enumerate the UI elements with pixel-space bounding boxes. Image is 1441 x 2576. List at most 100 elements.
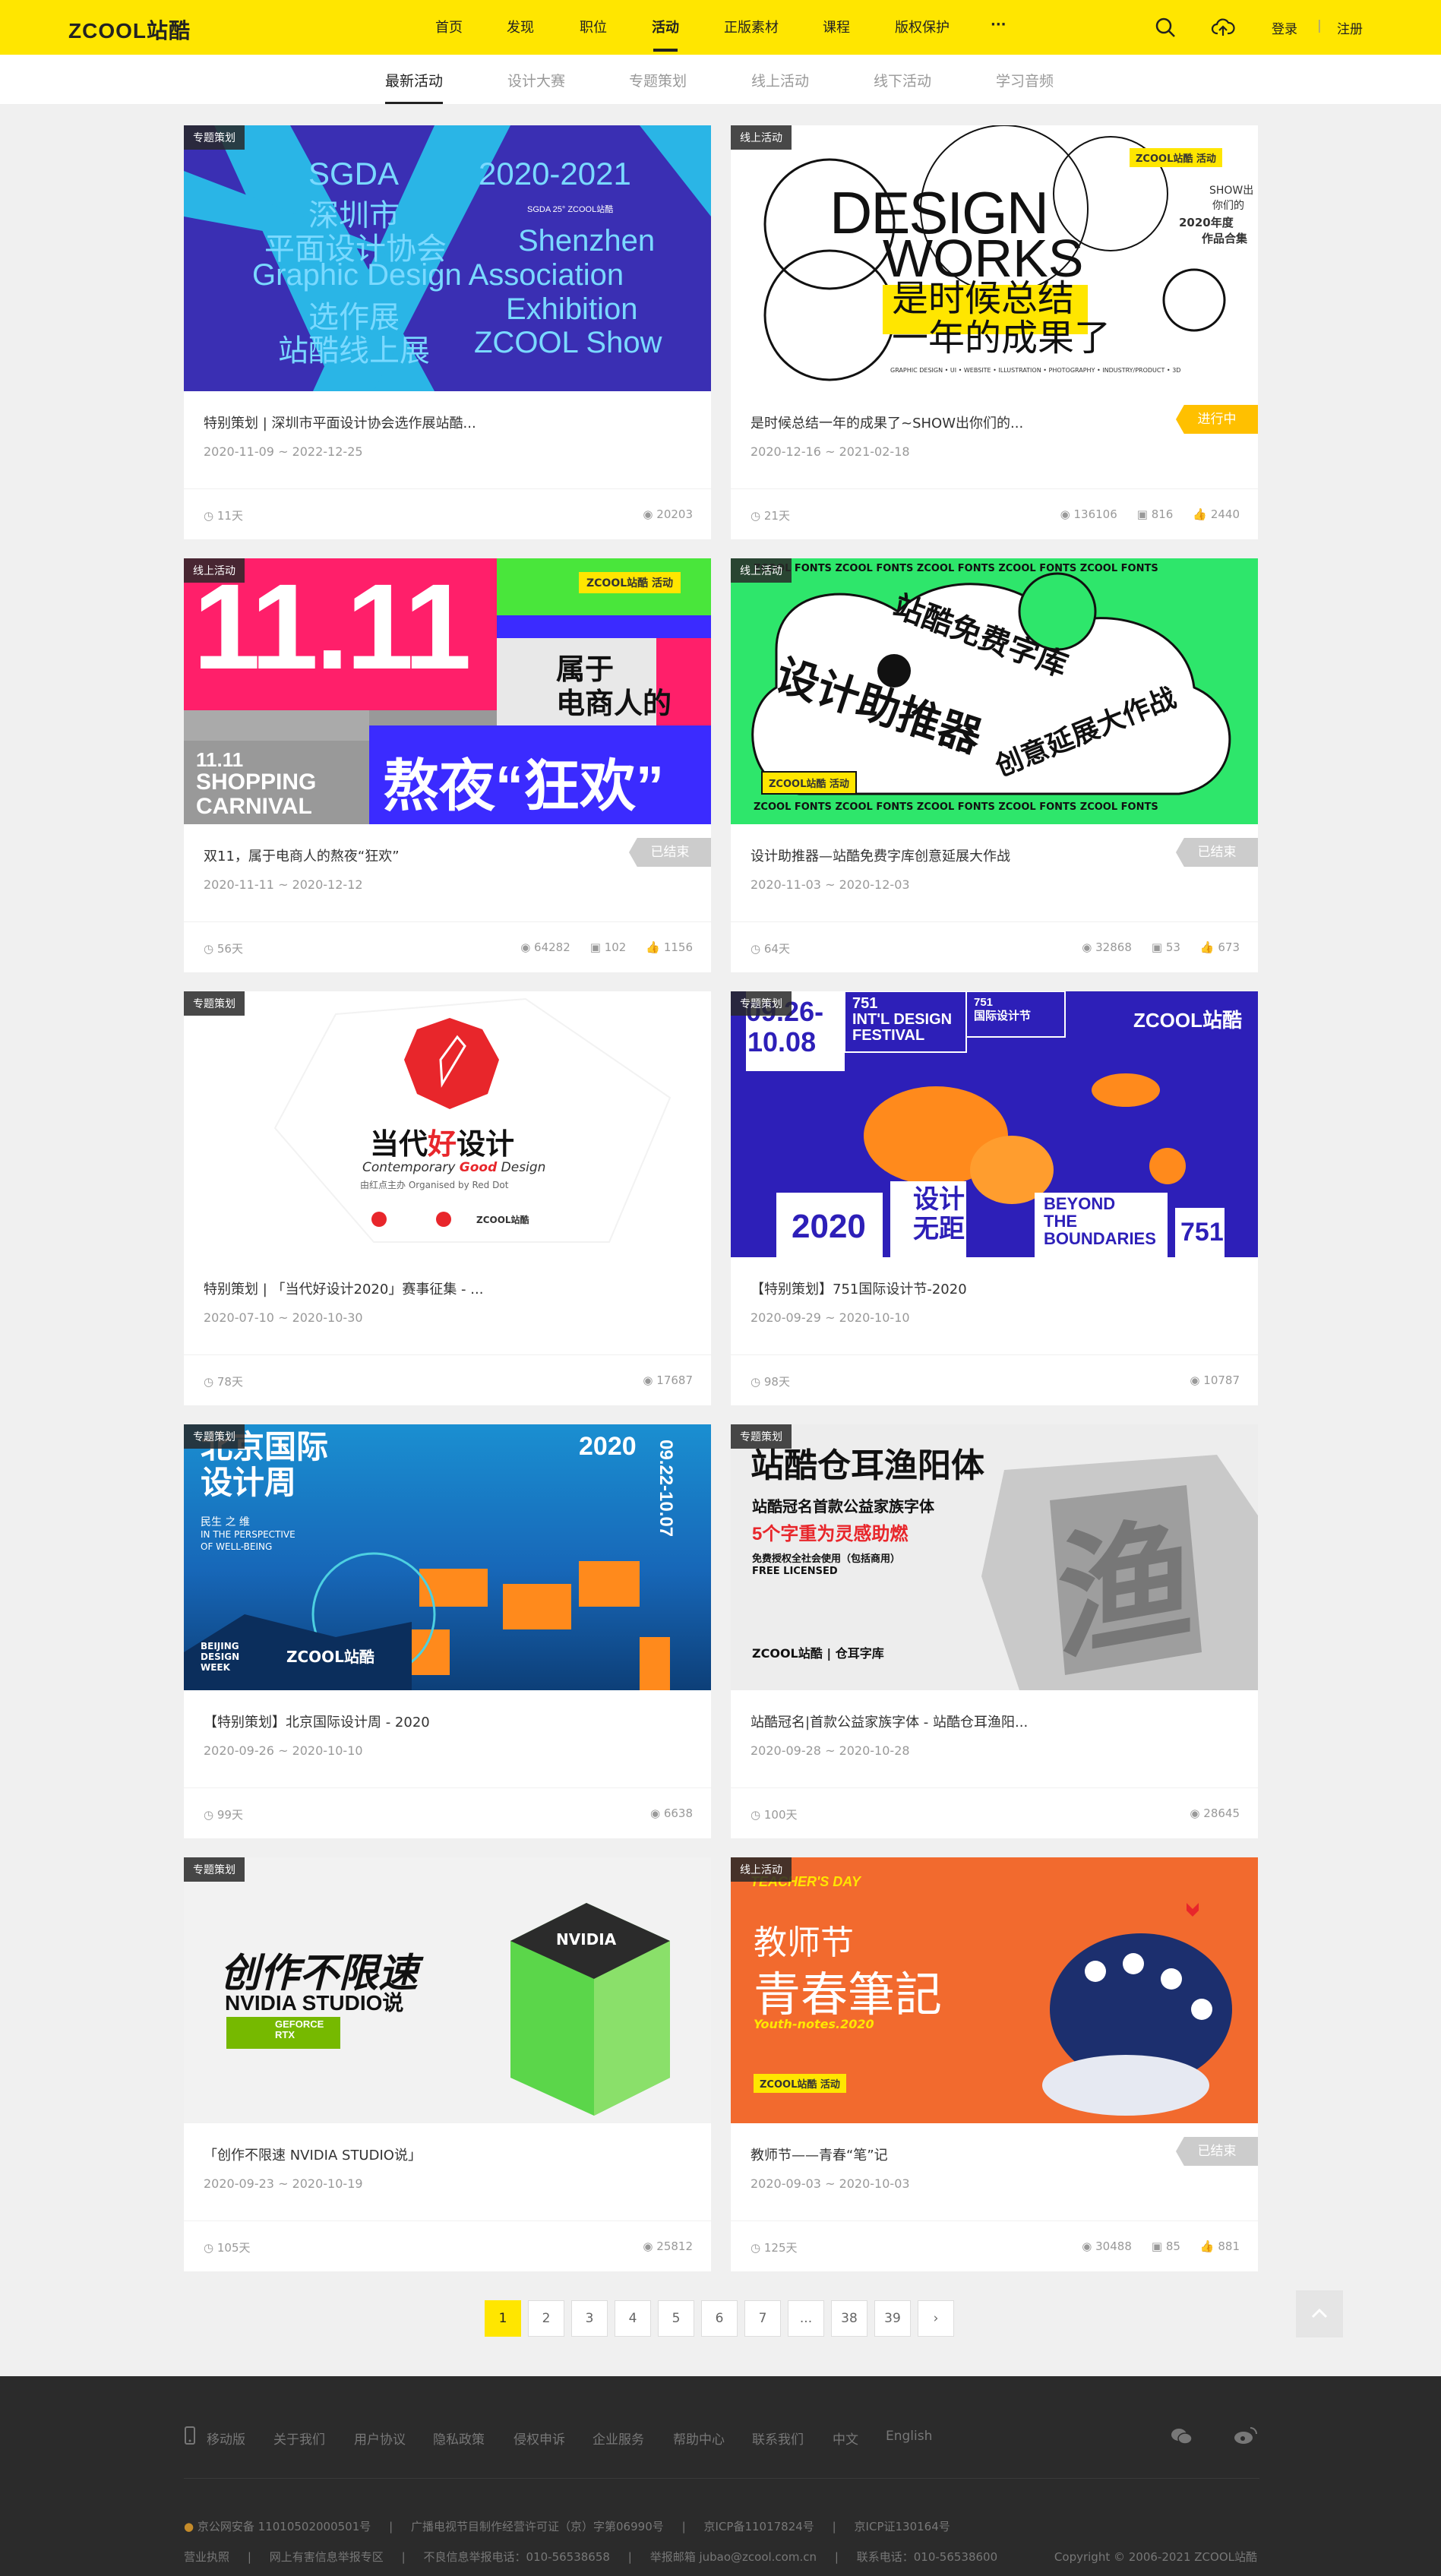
event-title[interactable]: 设计助推器—站酷免费字库创意延展大作战 [751,845,1176,865]
banner-text: Exhibition [506,292,638,326]
event-banner[interactable]: TEACHER'S DAY 教师节 青春筆記 Youth-notes.2020 … [731,1857,1258,2123]
event-banner[interactable]: ZCOOL FONTS ZCOOL FONTS ZCOOL FONTS ZCOO… [731,558,1258,824]
footer-link-chinese[interactable]: 中文 [833,2429,858,2448]
page-button[interactable]: 1 [485,2300,521,2337]
banner-text: 5个字重为灵感助燃 [752,1524,909,1544]
footer-divider [184,2478,1259,2479]
banner-text: 站酷冠名首款公益家族字体 [752,1499,934,1516]
banner-text: Shenzhen [518,224,656,258]
event-banner[interactable]: 北京国际 设计周 民生 之 维 IN THE PERSPECTIVE OF WELL… [184,1424,711,1690]
days-counter: ◷ 56天 [204,942,243,956]
event-card[interactable]: 北京国际 设计周 民生 之 维 IN THE PERSPECTIVE OF WELL… [184,1424,711,1838]
page-button[interactable]: 4 [615,2300,651,2337]
event-card[interactable]: DESIGN WORKS 是时候总结 一年的成果了 ZCOOL站酷 活动 SHO… [731,125,1258,539]
back-to-top-button[interactable] [1296,2290,1343,2337]
banner-text: Contemporary Good Design [362,1160,546,1175]
nav-copyright[interactable]: 版权保护 [895,17,950,36]
event-date: 2020-11-09 ~ 2022-12-25 [204,444,363,459]
weibo-icon[interactable] [1234,2425,1258,2446]
tab-latest[interactable]: 最新活动 [385,70,444,104]
event-card[interactable]: ZCOOL FONTS ZCOOL FONTS ZCOOL FONTS ZCOO… [731,558,1258,972]
page-button[interactable]: 39 [874,2300,911,2337]
event-banner[interactable]: 渔 站酷仓耳渔阳体 站酷冠名首款公益家族字体 5个字重为灵感助燃 免费授权全社会… [731,1424,1258,1690]
footer-link-license[interactable]: 营业执照 [184,2550,229,2564]
views-count: ◉ 6638 [649,1806,693,1820]
search-icon[interactable] [1153,15,1177,40]
tab-audio[interactable]: 学习音频 [996,70,1054,90]
banner-text: 2020 [792,1208,866,1245]
event-title[interactable]: 「创作不限速 NVIDIA STUDIO说」 [204,2145,629,2164]
nav-stock[interactable]: 正版素材 [724,17,779,36]
event-title[interactable]: 【特别策划】北京国际设计周 - 2020 [204,1712,629,1731]
footer-link-mobile[interactable]: 移动版 [207,2429,245,2448]
wechat-icon[interactable] [1170,2426,1193,2446]
nav-more[interactable]: ··· [991,17,1006,33]
status-badge: 已结束 [629,838,711,867]
category-badge: 线上活动 [184,558,245,583]
page-button[interactable]: 5 [658,2300,694,2337]
event-banner[interactable]: SGDA 深圳市 平面设计协会 Graphic Design Associati… [184,125,711,391]
copyright-text: Copyright © 2006-2021 ZCOOL站酷 [1054,2550,1257,2564]
likes-count: 👍 2440 [1193,507,1240,521]
event-banner[interactable]: NVIDIA 创作不限速 NVIDIA STUDIO说 GEFORCE RTX [184,1857,711,2123]
event-card[interactable]: TEACHER'S DAY 教师节 青春筆記 Youth-notes.2020 … [731,1857,1258,2271]
event-card[interactable]: 09.26- 10.08 751INT'L DESIGNFESTIVAL 751… [731,991,1258,1405]
days-counter: ◷ 21天 [751,509,790,523]
footer-link-help[interactable]: 帮助中心 [673,2429,725,2448]
page-ellipsis: ... [788,2300,824,2337]
nav-home[interactable]: 首页 [435,17,463,36]
banner-text: 熬夜“狂欢” [383,754,664,817]
event-title[interactable]: 站酷冠名|首款公益家族字体 - 站酷仓耳渔阳... [751,1712,1176,1731]
tab-contest[interactable]: 设计大赛 [507,70,565,90]
event-banner[interactable]: 09.26- 10.08 751INT'L DESIGNFESTIVAL 751… [731,991,1258,1257]
status-badge: 已结束 [1176,838,1258,867]
page-button[interactable]: 3 [571,2300,608,2337]
upload-cloud-icon[interactable] [1211,15,1235,40]
tab-offline[interactable]: 线下活动 [874,70,931,90]
footer-link-about[interactable]: 关于我们 [273,2429,325,2448]
register-link[interactable]: 注册 [1337,18,1363,37]
nav-discover[interactable]: 发现 [507,17,534,36]
event-card[interactable]: NVIDIA 创作不限速 NVIDIA STUDIO说 GEFORCE RTX 专… [184,1857,711,2271]
tab-special[interactable]: 专题策划 [629,70,687,90]
event-banner[interactable]: 当代好设计 Contemporary Good Design 由红点主办 Org… [184,991,711,1257]
event-title[interactable]: 双11，属于电商人的熬夜“狂欢” [204,845,629,865]
nav-jobs[interactable]: 职位 [580,17,607,36]
banner-text: ZCOOL站酷 [1133,1009,1242,1032]
footer-link-terms[interactable]: 用户协议 [354,2429,406,2448]
banner-text: ZCOOL FONTS ZCOOL FONTS ZCOOL FONTS ZCOO… [754,801,1158,813]
event-title[interactable]: 是时候总结一年的成果了~SHOW出你们的... [751,412,1176,432]
page-button[interactable]: 2 [528,2300,564,2337]
event-card[interactable]: 当代好设计 Contemporary Good Design 由红点主办 Org… [184,991,711,1405]
event-card[interactable]: SGDA 深圳市 平面设计协会 Graphic Design Associati… [184,125,711,539]
footer-link-report[interactable]: 网上有害信息举报专区 [270,2550,384,2564]
banner-text: 渔 [1057,1501,1195,1678]
footer-link-privacy[interactable]: 隐私政策 [433,2429,485,2448]
event-title[interactable]: 特别策划 | 深圳市平面设计协会选作展站酷... [204,412,629,432]
nav-events[interactable]: 活动 [652,17,679,52]
event-banner[interactable]: DESIGN WORKS 是时候总结 一年的成果了 ZCOOL站酷 活动 SHO… [731,125,1258,391]
footer-link-complaint[interactable]: 侵权申诉 [514,2429,565,2448]
banner-text: 一年的成果了 [892,317,1111,359]
footer-link-contact[interactable]: 联系我们 [752,2429,804,2448]
event-title[interactable]: 特别策划 | 「当代好设计2020」赛事征集 - ... [204,1279,629,1298]
banner-text: ZCOOL FONTS ZCOOL FONTS ZCOOL FONTS ZCOO… [754,563,1158,574]
banner-text: GRAPHIC DESIGN • UI • WEBSITE • ILLUSTRA… [890,367,1181,374]
event-banner[interactable]: 11.11 ZCOOL站酷 活动 属于 电商人的 熬夜“狂欢” 11.11 SH… [184,558,711,824]
event-title[interactable]: 教师节——青春“笔”记 [751,2145,1176,2164]
footer-link-business[interactable]: 企业服务 [593,2429,644,2448]
works-count: ▣ 53 [1151,940,1180,954]
event-card[interactable]: 渔 站酷仓耳渔阳体 站酷冠名首款公益家族字体 5个字重为灵感助燃 免费授权全社会… [731,1424,1258,1838]
login-link[interactable]: 登录 [1272,18,1297,37]
event-title[interactable]: 【特别策划】751国际设计节-2020 [751,1279,1176,1298]
views-count: ◉ 32868 [1082,940,1132,954]
nav-courses[interactable]: 课程 [823,17,850,36]
tab-online[interactable]: 线上活动 [751,70,809,90]
event-date: 2020-09-26 ~ 2020-10-10 [204,1743,363,1758]
next-page-button[interactable]: › [918,2300,954,2337]
page-button[interactable]: 6 [701,2300,738,2337]
page-button[interactable]: 7 [744,2300,781,2337]
footer-link-english[interactable]: English [886,2429,932,2444]
event-card[interactable]: 11.11 ZCOOL站酷 活动 属于 电商人的 熬夜“狂欢” 11.11 SH… [184,558,711,972]
page-button[interactable]: 38 [831,2300,867,2337]
